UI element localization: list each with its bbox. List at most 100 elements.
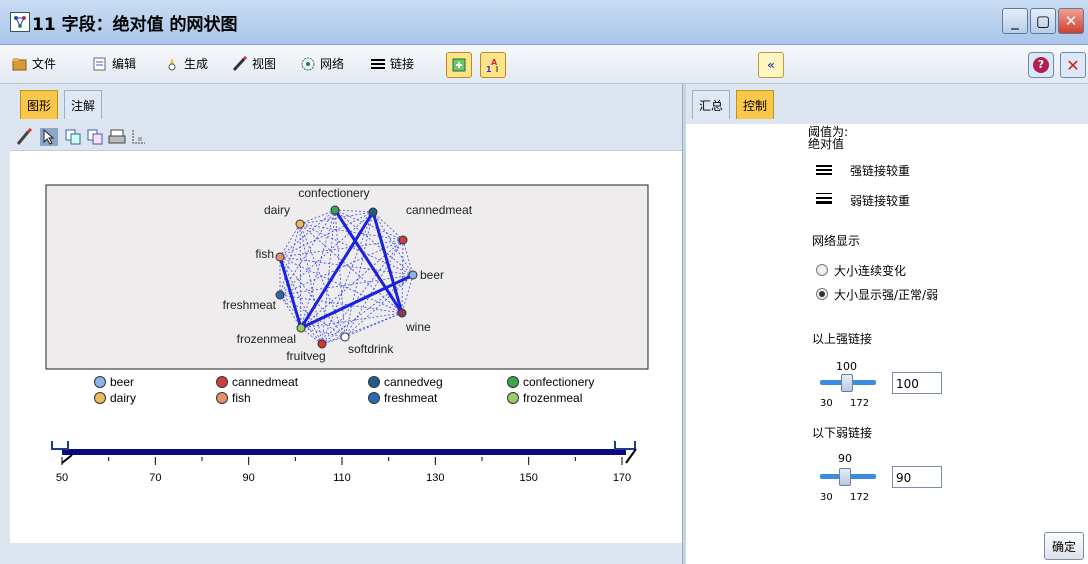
- strong-slider-max: 172: [850, 398, 870, 409]
- minimize-button[interactable]: _: [1002, 8, 1028, 34]
- strong-threshold-input[interactable]: 100: [892, 372, 942, 394]
- sort-az-icon: A1: [486, 58, 498, 73]
- graph-canvas: confectionery dairy cannedmeat fish beer fres…: [10, 151, 682, 543]
- node-label-wine: wine: [405, 320, 431, 334]
- radio-continuous-label: 大小连续变化: [834, 264, 907, 278]
- scale-tick-label: 110: [333, 472, 351, 484]
- close-icon: ✕: [1066, 55, 1080, 75]
- double-chevron-left-icon: «: [767, 58, 775, 72]
- scale-tick-label: 130: [426, 472, 444, 484]
- node-freshmeat[interactable]: [275, 290, 285, 300]
- controls-panel: 阈值为: 绝对值 强链接较重 弱链接较重 网络显示 大小连续变化 大小显示强/正…: [686, 124, 1088, 564]
- node-label-freshmeat: freshmeat: [223, 298, 277, 312]
- network-display-label: 网络显示: [812, 234, 861, 248]
- weak-slider-max: 172: [850, 492, 870, 503]
- weak-threshold-input[interactable]: 90: [892, 466, 942, 488]
- legend-item-cannedveg: cannedveg: [368, 375, 443, 389]
- window-close-button[interactable]: ✕: [1058, 8, 1084, 34]
- node-fruitveg[interactable]: [317, 339, 327, 349]
- menu-file[interactable]: 文件: [12, 55, 56, 72]
- node-beer[interactable]: [408, 270, 418, 280]
- scale-tick-label: 90: [243, 472, 255, 484]
- tab-summary[interactable]: 汇总: [692, 90, 731, 119]
- legend-swatch: [216, 376, 228, 388]
- scale-tick-label: 50: [56, 472, 68, 484]
- node-label-beer: beer: [420, 268, 444, 282]
- node-dairy[interactable]: [295, 219, 305, 229]
- menu-view[interactable]: 视图: [232, 55, 276, 72]
- legend-item-fish: fish: [216, 391, 251, 405]
- plot-area: [45, 184, 649, 370]
- node-label-confectionery: confectionery: [298, 186, 369, 200]
- scale-track: [62, 449, 626, 455]
- node-cannedmeat[interactable]: [398, 235, 408, 245]
- legend-swatch: [507, 376, 519, 388]
- collapse-panel-button[interactable]: «: [758, 52, 784, 78]
- menu-links[interactable]: 链接: [370, 55, 414, 72]
- node-frozenmeal[interactable]: [296, 323, 306, 333]
- web-graph[interactable]: confectionery dairy cannedmeat fish beer fres…: [10, 151, 682, 543]
- weak-slider-value: 90: [838, 452, 852, 465]
- strong-slider-thumb[interactable]: [841, 374, 853, 392]
- menu-network[interactable]: 网络: [300, 55, 344, 72]
- ok-button[interactable]: 确定: [1044, 532, 1084, 560]
- links-icon: [370, 56, 386, 72]
- maximize-button[interactable]: ▢: [1030, 8, 1056, 34]
- scale-ticks: 50 70 90 110 130 150 170: [56, 457, 631, 484]
- strong-slider-min: 30: [820, 398, 833, 409]
- scale-left-handle[interactable]: [51, 441, 69, 450]
- legend-swatch: [507, 392, 519, 404]
- scale-right-handle[interactable]: [614, 441, 636, 450]
- svg-text:A: A: [491, 58, 498, 67]
- scale-tick-label: 150: [519, 472, 537, 484]
- file-folder-icon: [12, 56, 28, 72]
- menu-generate[interactable]: 生成: [164, 55, 208, 72]
- radio-strong-normal-weak[interactable]: [816, 288, 828, 300]
- tab-graph[interactable]: 图形: [20, 90, 59, 119]
- copy-chart-icon[interactable]: [64, 128, 82, 146]
- tab-controls[interactable]: 控制: [736, 90, 775, 119]
- node-fish[interactable]: [275, 252, 285, 262]
- radio-continuous[interactable]: [816, 264, 828, 276]
- legend-swatch: [94, 376, 106, 388]
- heavy-lines-icon: [816, 165, 832, 175]
- sort-ascending-button[interactable]: A1: [480, 52, 506, 78]
- legend-item-frozenmeal: frozenmeal: [507, 391, 582, 405]
- controls-pane: 汇总 控制 阈值为: 绝对值 强链接较重 弱链接较重 网络显示 大小连续变化 大…: [686, 84, 1088, 564]
- scale-tick-label: 70: [149, 472, 161, 484]
- help-button[interactable]: ?: [1028, 52, 1054, 78]
- strong-above-label: 以上强链接: [812, 332, 873, 346]
- network-icon: [300, 56, 316, 72]
- pointer-icon[interactable]: [40, 128, 58, 146]
- tab-annotation[interactable]: 注解: [64, 90, 103, 119]
- graph-toolbar: [10, 124, 682, 151]
- node-label-cannedmeat: cannedmeat: [406, 203, 473, 217]
- copy-data-icon[interactable]: [86, 128, 104, 146]
- app-icon: [10, 12, 30, 32]
- legend-swatch: [368, 392, 380, 404]
- brush-icon[interactable]: [16, 127, 34, 146]
- link-scale-slider[interactable]: 50 70 90 110 130 150 170: [51, 441, 637, 484]
- edit-icon: [92, 56, 108, 72]
- generate-icon: [164, 56, 180, 72]
- node-label-fish: fish: [255, 247, 274, 261]
- close-output-button[interactable]: ✕: [1060, 52, 1086, 78]
- print-icon[interactable]: [108, 128, 126, 146]
- node-confectionery[interactable]: [330, 205, 340, 215]
- weak-slider-thumb[interactable]: [839, 468, 851, 486]
- menu-toolbar: 文件 编辑 生成 视图 网络 链接 A1 « ? ✕: [0, 45, 1088, 84]
- scale-tick-label: 170: [613, 472, 631, 484]
- legend-item-dairy: dairy: [94, 391, 136, 405]
- view-icon: [232, 55, 248, 72]
- legend-swatch: [216, 392, 228, 404]
- add-to-project-button[interactable]: [446, 52, 472, 78]
- radio-strong-normal-weak-label: 大小显示强/正常/弱: [834, 288, 939, 302]
- legend-item-beer: beer: [94, 375, 134, 389]
- layout-icon[interactable]: [130, 128, 148, 146]
- menu-edit[interactable]: 编辑: [92, 55, 136, 72]
- node-softdrink[interactable]: [340, 332, 350, 342]
- node-label-softdrink: softdrink: [348, 342, 394, 356]
- node-wine[interactable]: [397, 308, 407, 318]
- legend-item-freshmeat: freshmeat: [368, 391, 437, 405]
- node-cannedveg[interactable]: [368, 207, 378, 217]
